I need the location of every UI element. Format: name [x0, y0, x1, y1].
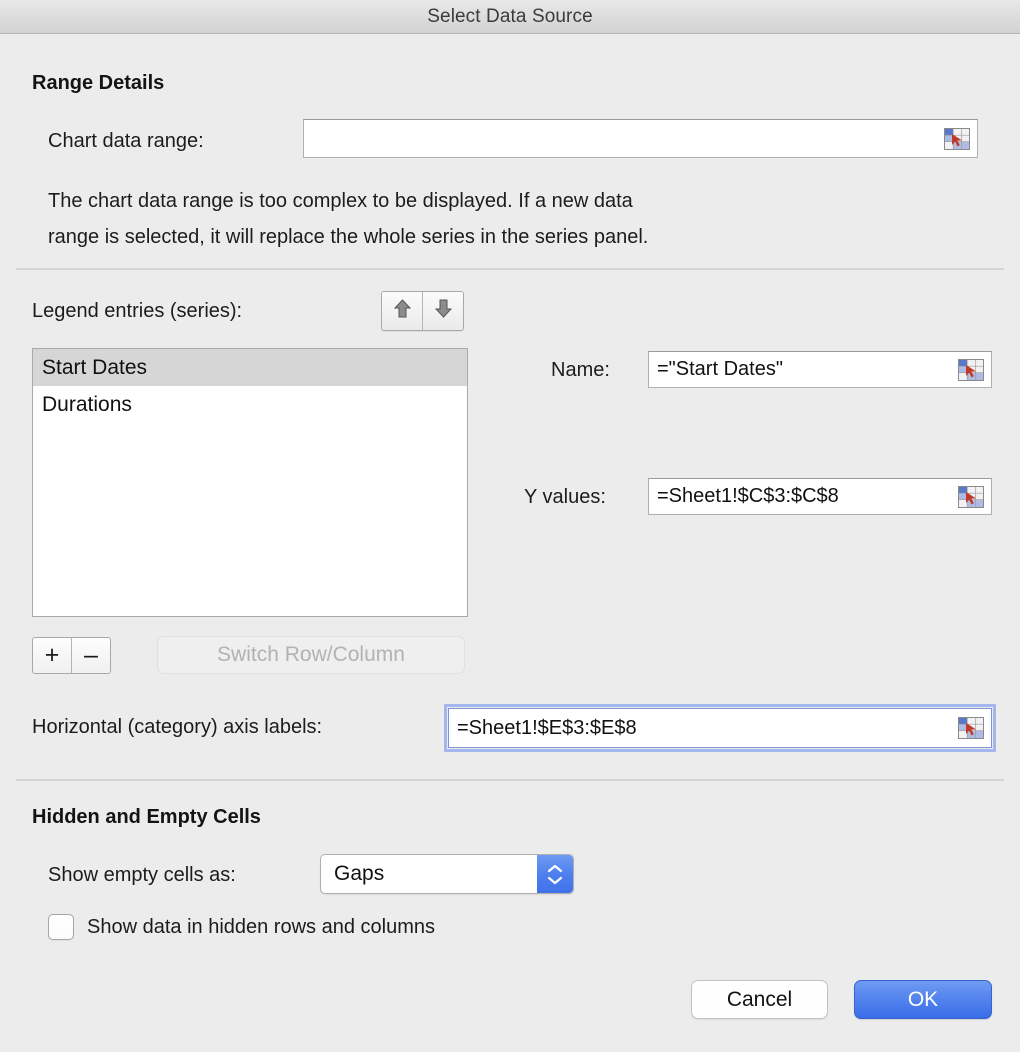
- move-series-up-button[interactable]: [382, 292, 422, 330]
- chart-data-range-input[interactable]: [303, 119, 978, 158]
- chart-data-range-label: Chart data range:: [48, 130, 204, 152]
- show-hidden-rows-checkbox-row[interactable]: Show data in hidden rows and columns: [48, 914, 435, 940]
- stepper-updown-icon[interactable]: [537, 855, 573, 893]
- series-reorder-group: [381, 291, 464, 331]
- series-add-remove-group: + –: [32, 637, 111, 674]
- show-hidden-rows-checkbox[interactable]: [48, 914, 74, 940]
- separator-bottom: [16, 779, 1004, 781]
- series-item-label: Durations: [42, 392, 132, 416]
- show-empty-cells-value[interactable]: Gaps: [321, 855, 537, 893]
- range-note: The chart data range is too complex to b…: [48, 183, 948, 255]
- show-hidden-rows-label: Show data in hidden rows and columns: [87, 915, 435, 938]
- move-series-down-button[interactable]: [422, 292, 463, 330]
- separator-top: [16, 268, 1004, 270]
- range-details-heading: Range Details: [32, 72, 165, 94]
- axis-labels-input[interactable]: =Sheet1!$E$3:$E$8: [444, 704, 996, 752]
- series-listbox[interactable]: Start Dates Durations: [32, 348, 468, 617]
- show-empty-cells-select[interactable]: Gaps: [320, 854, 574, 894]
- range-note-line-1: The chart data range is too complex to b…: [48, 190, 633, 212]
- dialog-title: Select Data Source: [427, 5, 593, 27]
- list-item[interactable]: Start Dates: [33, 349, 467, 386]
- range-select-icon[interactable]: [944, 127, 970, 150]
- arrow-up-icon: [393, 299, 411, 323]
- add-series-button[interactable]: +: [33, 638, 71, 673]
- list-item[interactable]: Durations: [33, 386, 467, 423]
- legend-entries-label: Legend entries (series):: [32, 300, 243, 322]
- dialog-titlebar: Select Data Source: [0, 0, 1020, 34]
- series-yvalues-label: Y values:: [524, 486, 606, 508]
- series-yvalues-value[interactable]: =Sheet1!$C$3:$C$8: [649, 485, 958, 508]
- axis-labels-value[interactable]: =Sheet1!$E$3:$E$8: [449, 717, 958, 740]
- axis-labels-label: Horizontal (category) axis labels:: [32, 716, 323, 738]
- series-name-label: Name:: [551, 359, 610, 381]
- series-item-label: Start Dates: [42, 355, 148, 379]
- series-name-input[interactable]: ="Start Dates": [648, 351, 992, 388]
- ok-button[interactable]: OK: [854, 980, 992, 1019]
- range-select-icon[interactable]: [958, 717, 984, 739]
- switch-row-column-button[interactable]: Switch Row/Column: [157, 636, 465, 674]
- range-note-line-2: range is selected, it will replace the w…: [48, 226, 649, 248]
- range-select-icon[interactable]: [958, 485, 984, 508]
- arrow-down-icon: [434, 299, 452, 323]
- cancel-button[interactable]: Cancel: [691, 980, 828, 1019]
- select-data-source-dialog: Select Data Source Range Details Chart d…: [0, 0, 1020, 1052]
- range-select-icon[interactable]: [958, 358, 984, 381]
- series-yvalues-input[interactable]: =Sheet1!$C$3:$C$8: [648, 478, 992, 515]
- show-empty-cells-label: Show empty cells as:: [48, 864, 236, 886]
- series-name-value[interactable]: ="Start Dates": [649, 358, 958, 381]
- hidden-empty-heading: Hidden and Empty Cells: [32, 806, 261, 828]
- remove-series-button[interactable]: –: [71, 638, 110, 673]
